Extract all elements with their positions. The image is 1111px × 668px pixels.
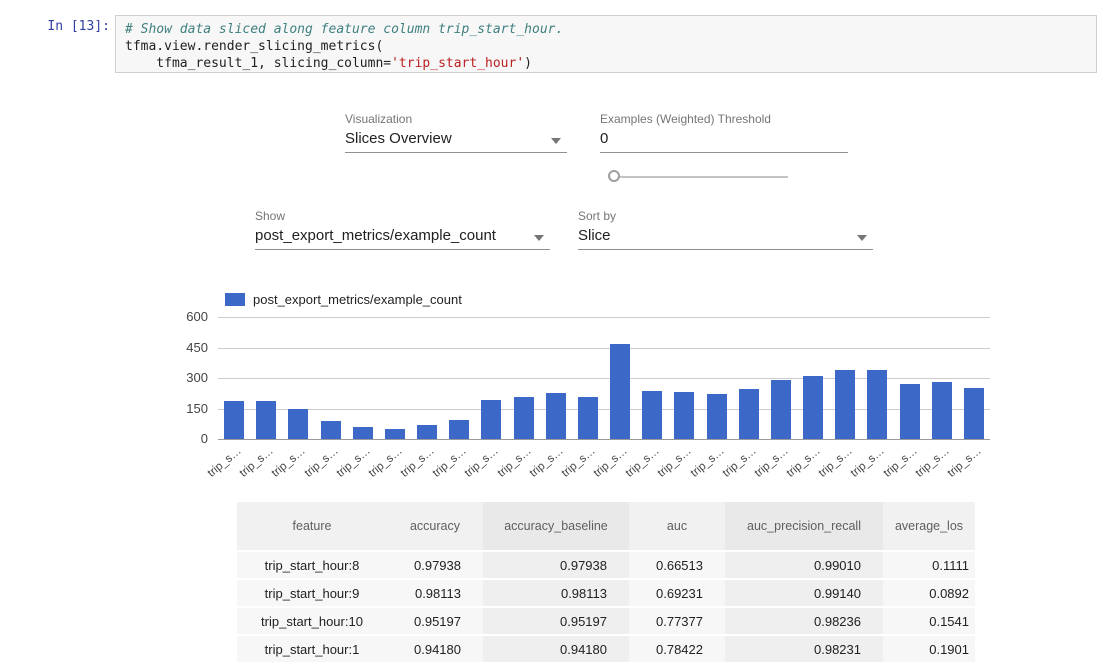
column-header[interactable]: feature: [237, 502, 387, 550]
bar: [449, 420, 469, 439]
visualization-dropdown[interactable]: Slices Overview: [345, 129, 567, 153]
metric-cell: 0.99010: [725, 552, 883, 578]
metric-cell: 0.98231: [725, 636, 883, 662]
column-header[interactable]: average_los: [883, 502, 975, 550]
table-header-row: featureaccuracyaccuracy_baselineaucauc_p…: [237, 502, 975, 550]
table-row: trip_start_hour:100.951970.951970.773770…: [237, 608, 975, 634]
legend-label: post_export_metrics/example_count: [253, 292, 462, 307]
show-label: Show: [255, 209, 285, 223]
bar-chart: 0150300450600trip_s…trip_s…trip_s…trip_s…: [218, 317, 990, 439]
metric-cell: 0.97938: [387, 552, 483, 578]
gridline: [218, 439, 990, 440]
slider-knob[interactable]: [608, 170, 620, 182]
metric-cell: 0.78422: [629, 636, 725, 662]
chevron-down-icon: [534, 235, 544, 241]
bar: [256, 401, 276, 439]
bar: [578, 397, 598, 439]
bar: [867, 370, 887, 439]
bar: [803, 376, 823, 439]
feature-cell: trip_start_hour:10: [237, 608, 387, 634]
metric-cell: 0.1901: [883, 636, 975, 662]
metric-cell: 0.1111: [883, 552, 975, 578]
chevron-down-icon: [857, 235, 867, 241]
table-row: trip_start_hour:10.941800.941800.784220.…: [237, 636, 975, 662]
bar: [385, 429, 405, 439]
y-axis-tick: 450: [160, 340, 208, 355]
metric-cell: 0.77377: [629, 608, 725, 634]
bar: [288, 409, 308, 439]
feature-cell: trip_start_hour:1: [237, 636, 387, 662]
code-cell[interactable]: # Show data sliced along feature column …: [115, 15, 1097, 73]
bar: [321, 421, 341, 439]
metrics-table: featureaccuracyaccuracy_baselineaucauc_p…: [237, 500, 975, 664]
bar: [900, 384, 920, 439]
bar: [964, 388, 984, 439]
threshold-slider[interactable]: [608, 170, 788, 184]
threshold-label: Examples (Weighted) Threshold: [600, 112, 771, 126]
metric-cell: 0.94180: [387, 636, 483, 662]
slider-track: [616, 176, 788, 178]
threshold-input[interactable]: 0: [600, 129, 848, 153]
bar: [610, 344, 630, 439]
legend-swatch: [225, 293, 245, 306]
bar: [835, 370, 855, 439]
metric-cell: 0.99140: [725, 580, 883, 606]
sort-by-dropdown[interactable]: Slice: [578, 226, 873, 250]
bar: [224, 401, 244, 439]
chart-legend: post_export_metrics/example_count: [225, 292, 462, 307]
bar: [514, 397, 534, 439]
metric-cell: 0.69231: [629, 580, 725, 606]
column-header[interactable]: auc: [629, 502, 725, 550]
metric-cell: 0.0892: [883, 580, 975, 606]
show-dropdown[interactable]: post_export_metrics/example_count: [255, 226, 550, 250]
table-row: trip_start_hour:80.979380.979380.665130.…: [237, 552, 975, 578]
y-axis-tick: 0: [160, 431, 208, 446]
bar: [739, 389, 759, 439]
visualization-value: Slices Overview: [345, 130, 452, 147]
bar: [481, 400, 501, 439]
bar: [353, 427, 373, 439]
y-axis-tick: 150: [160, 401, 208, 416]
metric-cell: 0.98236: [725, 608, 883, 634]
gridline: [218, 348, 990, 349]
y-axis-tick: 300: [160, 370, 208, 385]
code-content: # Show data sliced along feature column …: [125, 21, 1087, 72]
bar: [771, 380, 791, 439]
metric-cell: 0.98113: [387, 580, 483, 606]
feature-cell: trip_start_hour:8: [237, 552, 387, 578]
metric-cell: 0.66513: [629, 552, 725, 578]
cell-prompt: In [13]:: [28, 19, 110, 34]
table-row: trip_start_hour:90.981130.981130.692310.…: [237, 580, 975, 606]
bar: [417, 425, 437, 439]
column-header[interactable]: accuracy: [387, 502, 483, 550]
sort-by-value: Slice: [578, 227, 611, 244]
y-axis-tick: 600: [160, 309, 208, 324]
bar: [546, 393, 566, 439]
bar: [932, 382, 952, 439]
bar: [642, 391, 662, 439]
show-value: post_export_metrics/example_count: [255, 227, 496, 244]
column-header[interactable]: auc_precision_recall: [725, 502, 883, 550]
visualization-label: Visualization: [345, 112, 412, 126]
metric-cell: 0.95197: [483, 608, 629, 634]
threshold-value: 0: [600, 130, 608, 147]
metric-cell: 0.98113: [483, 580, 629, 606]
sort-by-label: Sort by: [578, 209, 616, 223]
bar: [674, 392, 694, 439]
column-header[interactable]: accuracy_baseline: [483, 502, 629, 550]
metric-cell: 0.97938: [483, 552, 629, 578]
metrics-table-container: featureaccuracyaccuracy_baselineaucauc_p…: [237, 500, 975, 668]
gridline: [218, 317, 990, 318]
metric-cell: 0.95197: [387, 608, 483, 634]
bar: [707, 394, 727, 439]
feature-cell: trip_start_hour:9: [237, 580, 387, 606]
chevron-down-icon: [551, 138, 561, 144]
metric-cell: 0.1541: [883, 608, 975, 634]
metric-cell: 0.94180: [483, 636, 629, 662]
notebook-page: In [13]: # Show data sliced along featur…: [0, 0, 1111, 668]
